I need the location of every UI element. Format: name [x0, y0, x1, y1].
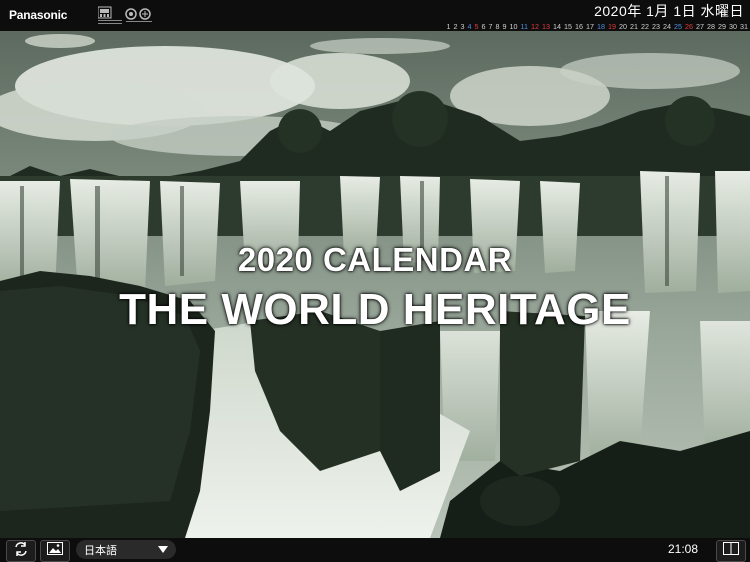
day-25: 25 — [674, 22, 682, 31]
day-30: 30 — [729, 22, 737, 31]
day-4: 4 — [467, 22, 472, 31]
image-icon — [47, 542, 63, 560]
day-6: 6 — [481, 22, 486, 31]
day-11: 11 — [520, 22, 528, 31]
calendar-subtitle: THE WORLD HERITAGE — [119, 285, 631, 334]
day-27: 27 — [696, 22, 704, 31]
day-24: 24 — [663, 22, 671, 31]
image-button[interactable] — [40, 540, 70, 562]
day-2: 2 — [453, 22, 458, 31]
calendar-title: 2020 CALENDAR — [237, 241, 513, 278]
day-17: 17 — [586, 22, 594, 31]
day-13: 13 — [542, 22, 550, 31]
brand-logo: Panasonic — [9, 8, 68, 22]
month-day-strip: 1 2 3 4 5 6 7 8 9 10 11 12 13 14 15 16 17 18 19 20 21 22 23 24 2… — [447, 22, 748, 31]
day-31: 31 — [740, 22, 748, 31]
day-9: 9 — [502, 22, 507, 31]
day-26: 26 — [685, 22, 693, 31]
refresh-button[interactable] — [6, 540, 36, 562]
language-select-value: 日本語 — [84, 544, 117, 557]
book-icon — [723, 542, 739, 560]
day-10: 10 — [509, 22, 518, 31]
refresh-icon — [13, 541, 29, 561]
day-5: 5 — [474, 22, 479, 31]
clock-time: 21:08 — [668, 542, 699, 556]
day-1: 1 — [446, 22, 451, 31]
top-bar: Panasonic 2020年 1月 1日 水曜日 1 2 3 4 5 6 7 8 9 10 11 1… — [0, 0, 750, 31]
day-12: 12 — [531, 22, 539, 31]
day-7: 7 — [488, 22, 493, 31]
unesco-emblem-icon — [97, 5, 156, 27]
day-14: 14 — [553, 22, 561, 31]
day-8: 8 — [495, 22, 500, 31]
day-16: 16 — [575, 22, 583, 31]
chevron-down-icon — [158, 546, 168, 553]
day-18: 18 — [597, 22, 605, 31]
book-button[interactable] — [716, 540, 746, 562]
day-15: 15 — [564, 22, 572, 31]
bottom-toolbar: 日本語 21:08 — [0, 538, 750, 562]
current-date: 2020年 1月 1日 水曜日 — [594, 3, 744, 19]
day-19: 19 — [608, 22, 616, 31]
language-select[interactable]: 日本語 — [76, 540, 176, 559]
day-20: 20 — [619, 22, 627, 31]
day-28: 28 — [707, 22, 715, 31]
day-23: 23 — [652, 22, 660, 31]
day-21: 21 — [630, 22, 638, 31]
day-22: 22 — [641, 22, 649, 31]
day-29: 29 — [718, 22, 726, 31]
day-3: 3 — [460, 22, 465, 31]
